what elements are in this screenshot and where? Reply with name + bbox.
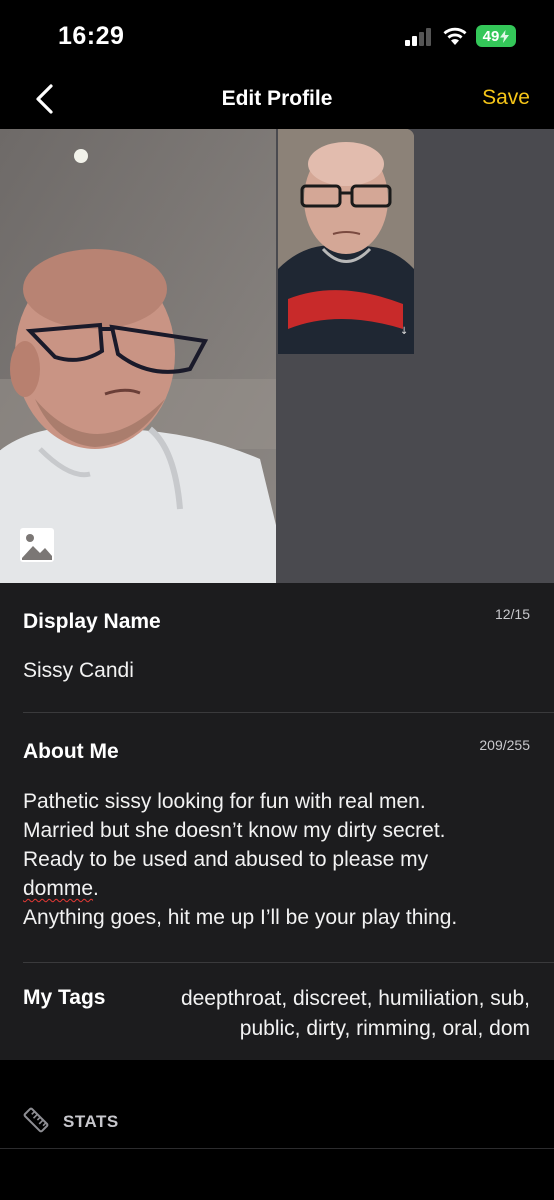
about-me-line: domme. xyxy=(23,874,543,903)
my-tags-label: My Tags xyxy=(23,986,106,1009)
about-me-line: Pathetic sissy looking for fun with real… xyxy=(23,790,426,813)
divider xyxy=(23,962,554,963)
battery-indicator: 49 xyxy=(476,25,516,47)
profile-photo-secondary-image: ↓ xyxy=(278,129,414,354)
navigation-bar: Edit Profile Save xyxy=(0,70,554,128)
page-title: Edit Profile xyxy=(221,87,333,110)
stats-label: STATS xyxy=(63,1112,119,1131)
tags-line: deepthroat, discreet, humiliation, sub, xyxy=(180,987,530,1010)
my-tags-value[interactable]: deepthroat, discreet, humiliation, sub, … xyxy=(120,984,530,1044)
ruler-icon xyxy=(23,1107,49,1133)
about-me-counter: 209/255 xyxy=(479,737,530,753)
save-button[interactable]: Save xyxy=(482,86,530,110)
gallery-icon[interactable] xyxy=(18,526,56,564)
svg-text:↓: ↓ xyxy=(400,326,408,337)
profile-photo-main-image xyxy=(0,129,276,583)
profile-photo-main[interactable] xyxy=(0,129,276,583)
charging-bolt-icon xyxy=(500,29,510,43)
about-me-line: Ready to be used and abused to please my xyxy=(23,848,429,871)
status-bar: 16:29 49 xyxy=(0,0,554,70)
stats-section-header[interactable]: STATS xyxy=(0,1100,554,1146)
about-me-line: Married but she doesn’t know my dirty se… xyxy=(23,819,446,842)
empty-photo-slot[interactable] xyxy=(278,356,414,583)
about-me-line: Anything goes, hit me up I’ll be your pl… xyxy=(23,906,458,929)
status-time: 16:29 xyxy=(58,22,125,50)
display-name-counter: 12/15 xyxy=(494,606,530,622)
empty-photo-slot[interactable] xyxy=(417,356,554,583)
about-me-period: . xyxy=(93,877,99,900)
empty-photo-slot[interactable] xyxy=(417,129,554,354)
tags-line: public, dirty, rimming, oral, dom xyxy=(239,1017,530,1040)
profile-photo-secondary[interactable]: ↓ xyxy=(278,129,414,354)
divider xyxy=(23,712,554,713)
photo-grid: ↓ xyxy=(0,129,554,583)
display-name-label: Display Name xyxy=(23,610,161,633)
display-name-input[interactable]: Sissy Candi xyxy=(23,656,134,685)
profile-form: Display Name 12/15 Sissy Candi About Me … xyxy=(0,583,554,1060)
about-me-label: About Me xyxy=(23,740,119,763)
wifi-icon xyxy=(443,27,467,45)
cellular-signal-icon xyxy=(405,28,433,46)
battery-level: 49 xyxy=(482,27,500,45)
about-me-input[interactable]: Pathetic sissy looking for fun with real… xyxy=(23,787,543,932)
misspelled-word: domme xyxy=(23,877,94,900)
divider xyxy=(0,1148,554,1149)
